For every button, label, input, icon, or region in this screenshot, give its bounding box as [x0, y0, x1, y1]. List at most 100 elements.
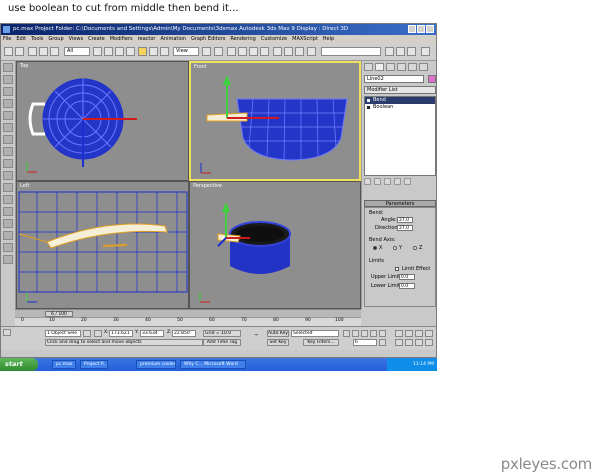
tool-icon[interactable] [3, 255, 13, 264]
make-unique-icon[interactable] [384, 178, 391, 185]
tool-icon[interactable] [3, 195, 13, 204]
remove-modifier-icon[interactable] [394, 178, 401, 185]
zoom-extents-all-icon[interactable] [425, 330, 433, 337]
task-word-document[interactable]: Why C... Microsoft Word [180, 360, 246, 369]
play-icon[interactable] [361, 330, 368, 337]
viewport-left[interactable]: Left [16, 181, 189, 309]
tool-icon[interactable] [3, 243, 13, 252]
snap-toggle-icon[interactable] [227, 47, 236, 56]
x-coordinate-field[interactable]: 173.621 [109, 330, 133, 337]
menu-animation[interactable]: Animation [160, 35, 186, 44]
start-button[interactable]: start [0, 358, 38, 371]
quick-render-icon[interactable] [407, 47, 416, 56]
zoom-all-icon[interactable] [405, 330, 413, 337]
pan-icon[interactable] [405, 339, 413, 346]
tool-icon[interactable] [3, 123, 13, 132]
modify-tab-icon[interactable] [375, 63, 384, 71]
task-premium-cooler[interactable]: premium cooler [136, 360, 176, 369]
select-by-name-icon[interactable] [104, 47, 113, 56]
select-and-scale-icon[interactable] [160, 47, 169, 56]
minimize-button[interactable] [408, 25, 416, 33]
hierarchy-tab-icon[interactable] [386, 63, 395, 71]
modifier-on-icon[interactable] [367, 106, 370, 109]
tool-icon[interactable] [3, 207, 13, 216]
menu-customize[interactable]: Customize [261, 35, 287, 44]
parameters-rollout-header[interactable]: Parameters [364, 200, 436, 207]
pivot-center-icon[interactable] [202, 47, 211, 56]
maxscript-listener-icon[interactable] [3, 329, 11, 336]
window-crossing-icon[interactable] [126, 47, 135, 56]
key-mode-select[interactable]: Selected [291, 330, 339, 337]
percent-snap-icon[interactable] [249, 47, 258, 56]
motion-tab-icon[interactable] [397, 63, 406, 71]
display-tab-icon[interactable] [408, 63, 417, 71]
add-time-tag-button[interactable]: Add Time Tag [203, 339, 241, 346]
menu-maxscript[interactable]: MAXScript [292, 35, 318, 44]
task-project[interactable]: Project P... [80, 360, 108, 369]
tool-icon[interactable] [3, 171, 13, 180]
angle-spinner[interactable]: 27.0 [397, 217, 413, 223]
viewport-front[interactable]: Front [189, 61, 361, 181]
tool-icon[interactable] [3, 75, 13, 84]
menu-help[interactable]: Help [323, 35, 334, 44]
render-scene-icon[interactable] [396, 47, 405, 56]
tool-icon[interactable] [3, 111, 13, 120]
create-tab-icon[interactable] [364, 63, 373, 71]
stack-item-bend[interactable]: Bend [365, 97, 435, 104]
material-editor-icon[interactable] [385, 47, 394, 56]
system-tray-clock[interactable]: 11:14 PM [387, 358, 437, 371]
angle-snap-icon[interactable] [238, 47, 247, 56]
tool-icon[interactable] [3, 87, 13, 96]
viewport-label[interactable]: Perspective [193, 183, 222, 189]
reference-coordinate-select[interactable]: View [173, 47, 199, 56]
render-type-icon[interactable] [421, 47, 430, 56]
layer-manager-icon[interactable] [307, 47, 316, 56]
tool-icon[interactable] [3, 231, 13, 240]
named-selection-icon[interactable] [273, 47, 282, 56]
maximize-viewport-icon[interactable] [425, 339, 433, 346]
pin-stack-icon[interactable] [364, 178, 371, 185]
close-button[interactable] [426, 25, 434, 33]
auto-key-button[interactable]: Auto Key [267, 330, 289, 337]
undo-icon[interactable] [4, 47, 13, 56]
selection-filter-select[interactable]: All [64, 47, 90, 56]
menu-edit[interactable]: Edit [16, 35, 26, 44]
menu-rendering[interactable]: Rendering [230, 35, 256, 44]
modifier-list-select[interactable]: Modifier List [364, 86, 436, 94]
axis-y-radio[interactable] [393, 246, 397, 250]
select-object-icon[interactable] [93, 47, 102, 56]
zoom-extents-icon[interactable] [415, 330, 423, 337]
y-coordinate-field[interactable]: 33.634 [140, 330, 164, 337]
absolute-mode-icon[interactable] [94, 330, 102, 337]
task-pc-max[interactable]: pc.max [52, 360, 76, 369]
select-and-rotate-icon[interactable] [149, 47, 158, 56]
direction-spinner[interactable]: 27.0 [397, 225, 413, 231]
set-key-button[interactable]: Set Key [267, 339, 289, 346]
axis-z-radio[interactable] [413, 246, 417, 250]
tool-icon[interactable] [3, 147, 13, 156]
select-and-move-icon[interactable] [138, 47, 147, 56]
key-icon[interactable]: ⊸ [249, 333, 263, 340]
tool-icon[interactable] [3, 99, 13, 108]
named-selection-sets-select[interactable] [321, 47, 381, 56]
selection-lock-icon[interactable] [83, 330, 91, 337]
tool-icon[interactable] [3, 135, 13, 144]
time-configuration-icon[interactable] [379, 339, 386, 346]
unlink-icon[interactable] [39, 47, 48, 56]
zoom-icon[interactable] [395, 330, 403, 337]
field-of-view-icon[interactable] [395, 339, 403, 346]
go-to-end-icon[interactable] [379, 330, 386, 337]
menu-tools[interactable]: Tools [31, 35, 43, 44]
axis-x-radio[interactable] [373, 246, 377, 250]
menu-group[interactable]: Group [48, 35, 63, 44]
previous-frame-icon[interactable] [352, 330, 359, 337]
tool-icon[interactable] [3, 159, 13, 168]
menu-file[interactable]: File [3, 35, 11, 44]
align-icon[interactable] [295, 47, 304, 56]
tool-icon[interactable] [3, 219, 13, 228]
menu-modifiers[interactable]: Modifiers [110, 35, 133, 44]
lower-limit-spinner[interactable]: 0.0 [399, 283, 415, 289]
menu-views[interactable]: Views [69, 35, 83, 44]
tool-icon[interactable] [3, 183, 13, 192]
object-name-field[interactable]: Line02 [364, 75, 424, 83]
